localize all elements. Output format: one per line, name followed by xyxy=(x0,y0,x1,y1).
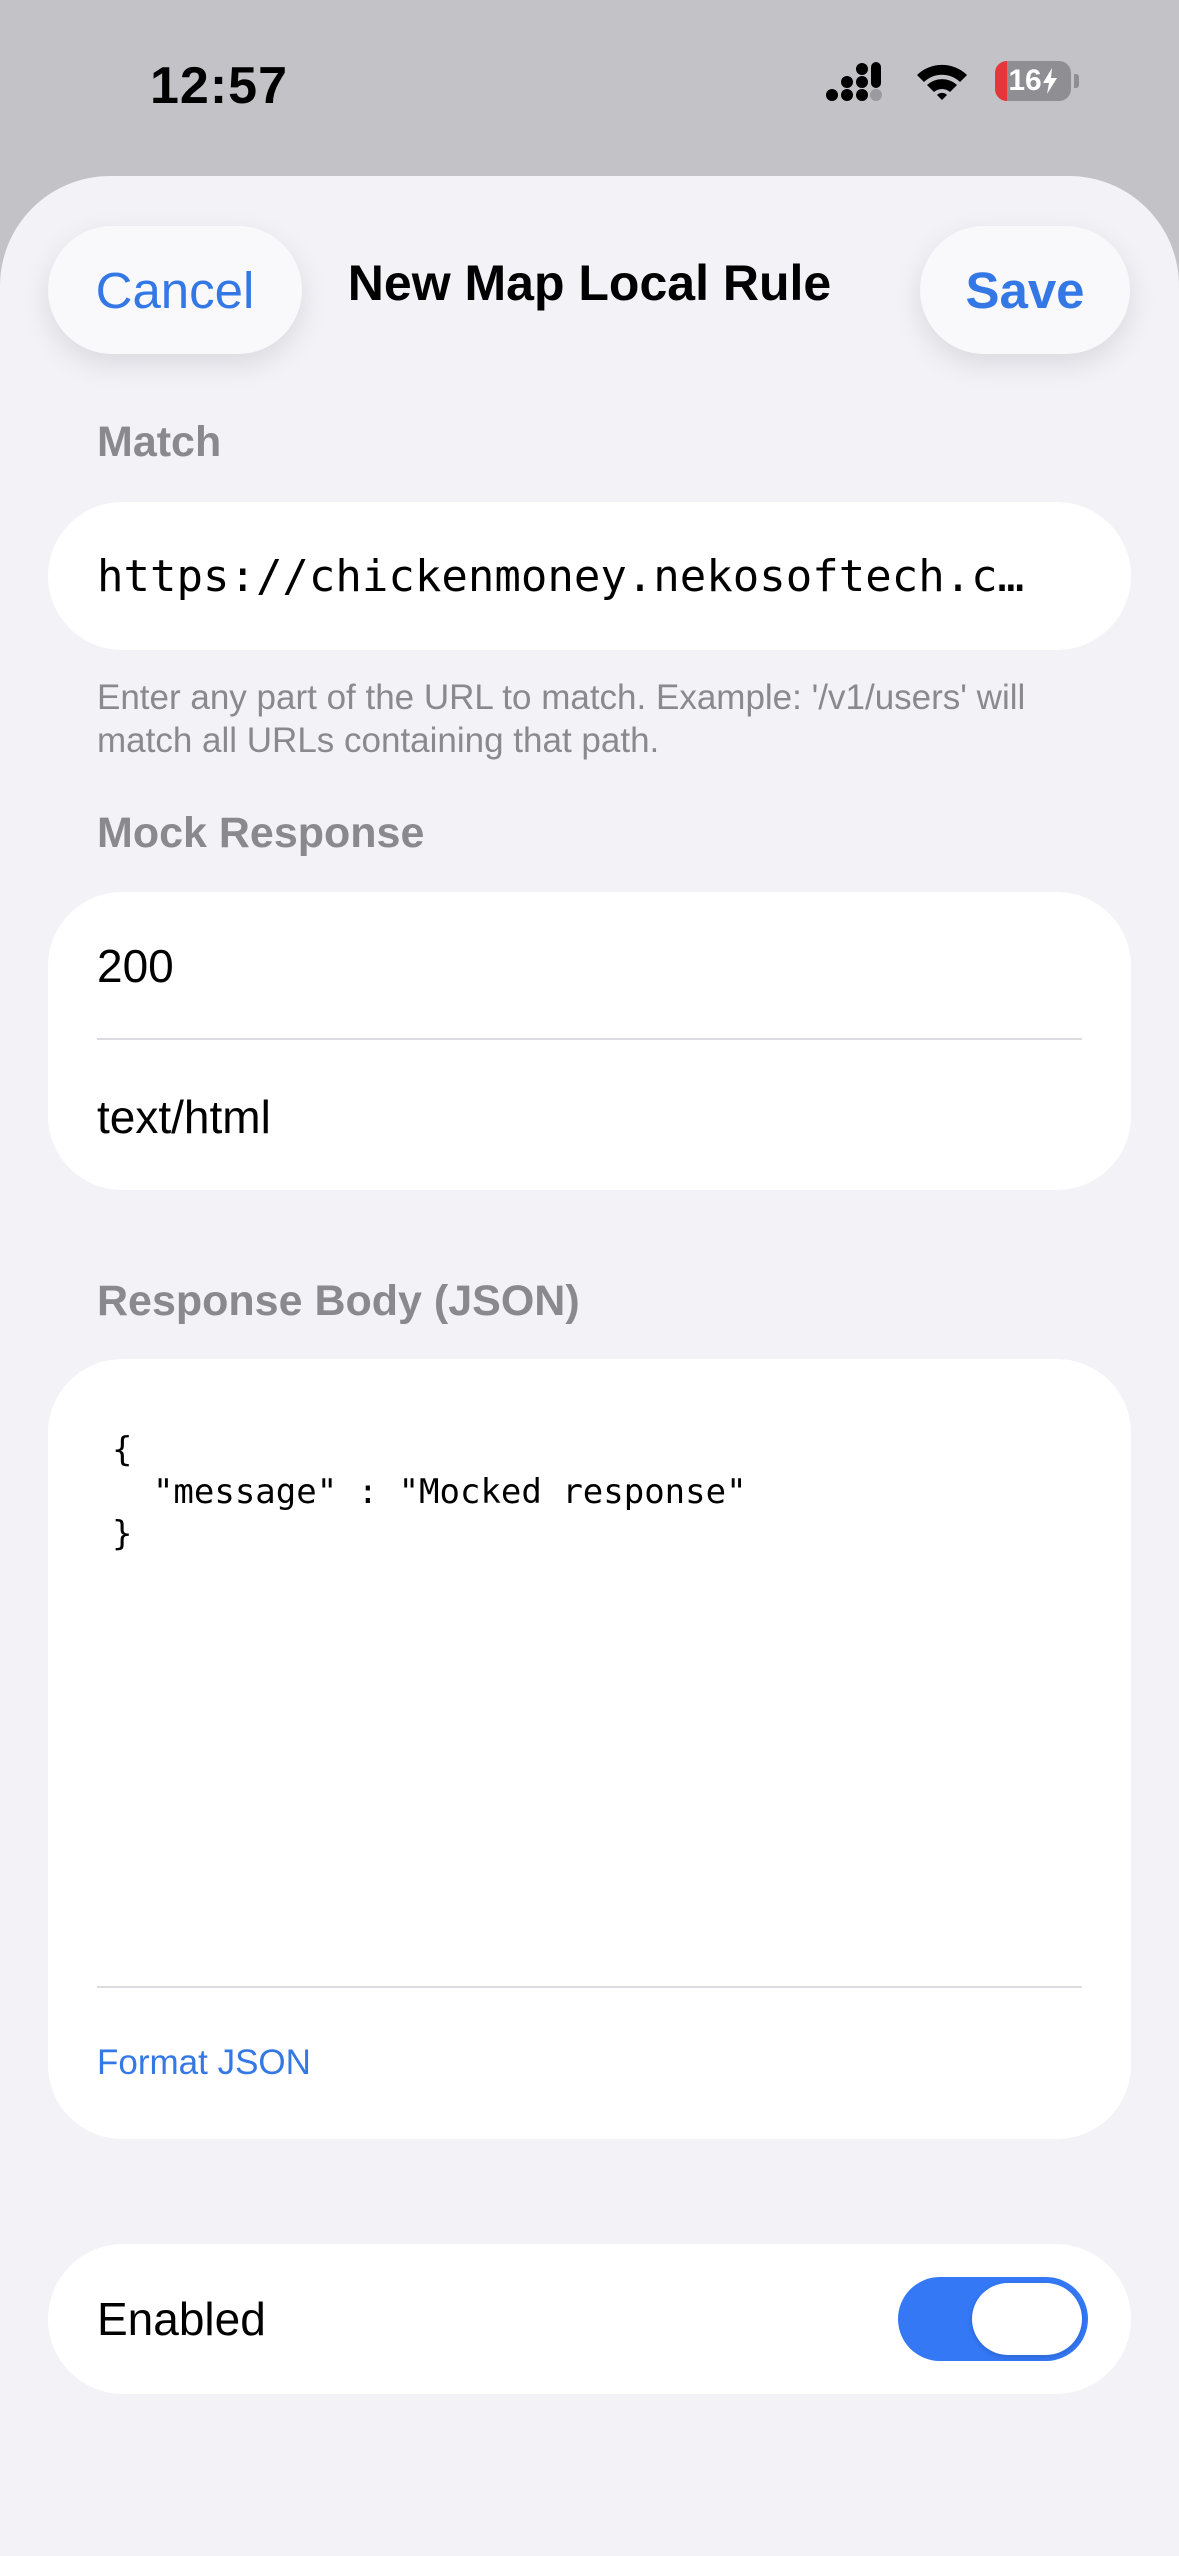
enabled-row: Enabled xyxy=(48,2244,1131,2394)
status-code-field[interactable]: 200 xyxy=(97,939,1082,993)
format-json-button[interactable]: Format JSON xyxy=(97,2043,311,2083)
match-url-field[interactable]: https://chickenmoney.nekosoftech.c… xyxy=(48,502,1131,650)
wifi-icon xyxy=(917,64,967,100)
response-body-card: { "message" : "Mocked response" } Format… xyxy=(48,1359,1131,2139)
battery-fill xyxy=(995,61,1008,101)
battery-cap xyxy=(1074,74,1079,88)
cellular-signal-icon xyxy=(826,62,882,101)
page-title: New Map Local Rule xyxy=(347,255,832,311)
battery-indicator: 16 xyxy=(995,61,1079,101)
enabled-label: Enabled xyxy=(97,2293,266,2345)
response-body-section-header: Response Body (JSON) xyxy=(97,1277,580,1325)
match-url-input[interactable]: https://chickenmoney.nekosoftech.c… xyxy=(97,551,1097,602)
content-type-field[interactable]: text/html xyxy=(97,1090,1082,1144)
cancel-button[interactable]: Cancel xyxy=(48,226,302,354)
charging-bolt-icon xyxy=(1042,68,1057,94)
save-button[interactable]: Save xyxy=(920,226,1130,354)
status-time: 12:57 xyxy=(150,57,288,115)
match-hint: Enter any part of the URL to match. Exam… xyxy=(97,678,1026,760)
battery-level: 16 xyxy=(1008,64,1042,97)
status-icons: 16 xyxy=(825,60,1079,102)
mock-response-section-header: Mock Response xyxy=(97,809,425,857)
toggle-knob xyxy=(972,2283,1082,2355)
status-bar: 12:57 16 xyxy=(0,0,1179,176)
match-section-header: Match xyxy=(97,418,222,466)
divider xyxy=(97,1038,1082,1040)
mock-response-card: 200 text/html xyxy=(48,892,1131,1190)
enabled-toggle[interactable] xyxy=(898,2277,1088,2361)
response-body-editor[interactable]: { "message" : "Mocked response" } xyxy=(112,1429,747,1555)
battery-icon: 16 xyxy=(995,61,1071,101)
divider xyxy=(97,1986,1082,1988)
